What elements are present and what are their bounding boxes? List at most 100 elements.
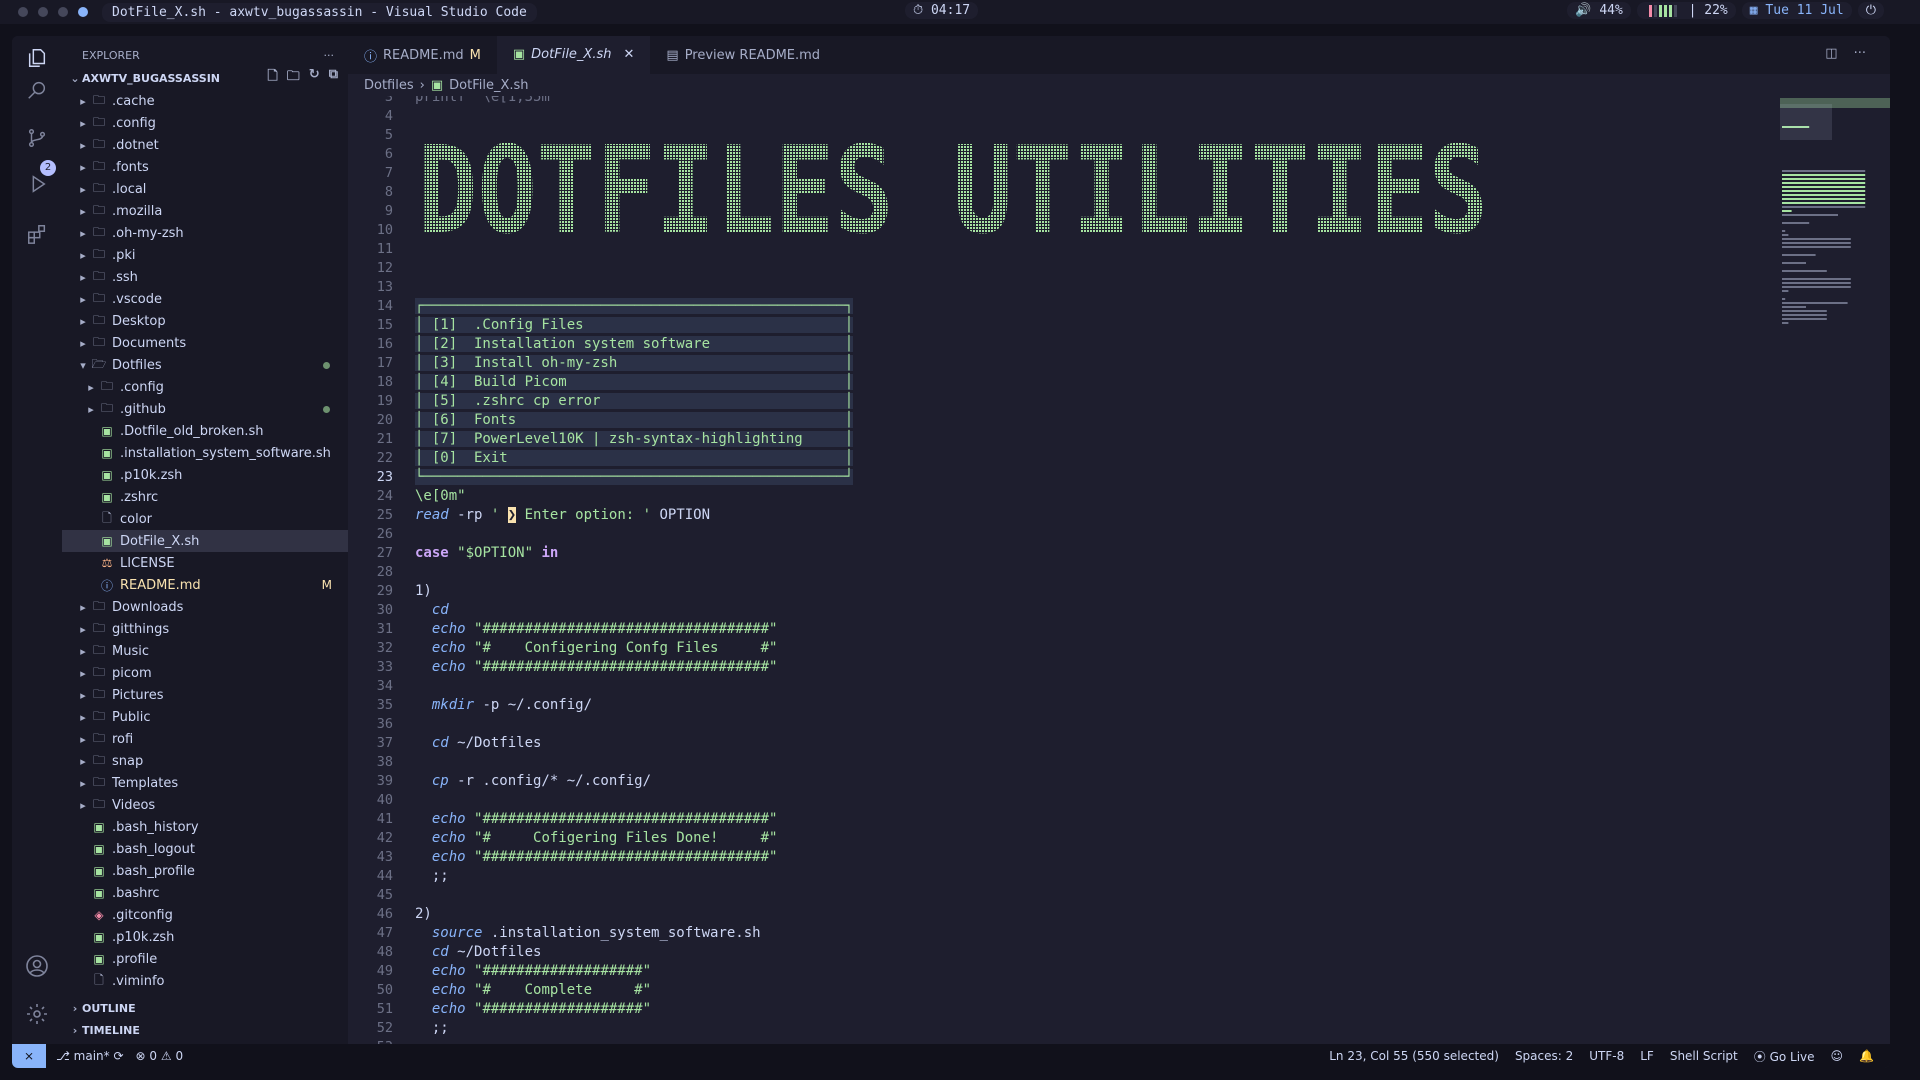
folder-item[interactable]: ▸ 🗀 .pki	[62, 244, 348, 266]
shell-file-icon: ▣	[93, 930, 105, 944]
timeline-label: TIMELINE	[82, 1023, 140, 1037]
sync-icon[interactable]: ⟳	[113, 1049, 123, 1063]
file-item[interactable]: ▣ .p10k.zsh	[62, 926, 348, 948]
folder-item[interactable]: ▸ 🗀 .oh-my-zsh	[62, 222, 348, 244]
file-item[interactable]: ◈ .gitconfig	[62, 904, 348, 926]
breadcrumb-folder[interactable]: Dotfiles	[364, 78, 414, 93]
folder-item[interactable]: ▸ 🗀 rofi	[62, 728, 348, 750]
minimap-slider[interactable]	[1780, 104, 1832, 140]
folder-item[interactable]: ▸ 🗀 Templates	[62, 772, 348, 794]
power-icon[interactable]: ⏻	[1857, 2, 1884, 19]
notifications-icon[interactable]: 🔔	[1859, 1049, 1874, 1063]
collapse-all-icon[interactable]: ⧉	[329, 67, 338, 89]
folder-item[interactable]: ▸ 🗀 .dotnet	[62, 134, 348, 156]
file-item[interactable]: ▣ DotFile_X.sh	[62, 530, 348, 552]
file-item[interactable]: ▣ .installation_system_software.sh	[62, 442, 348, 464]
folder-item[interactable]: ▸ 🗀 Documents	[62, 332, 348, 354]
file-item[interactable]: ⓘ README.md M	[62, 574, 348, 596]
folder-open-icon: 🗁	[91, 356, 107, 371]
workspace-dot[interactable]	[38, 7, 48, 17]
end-of-line[interactable]: LF	[1640, 1049, 1654, 1063]
run-debug-icon[interactable]	[25, 172, 49, 196]
account-icon[interactable]	[25, 954, 49, 978]
folder-item[interactable]: ▸ 🗀 .ssh	[62, 266, 348, 288]
workspace-dot[interactable]	[18, 7, 28, 17]
folder-item[interactable]: ▸ 🗀 .vscode	[62, 288, 348, 310]
tab-dotfile-x[interactable]: ▣ DotFile_X.sh ✕	[496, 36, 651, 74]
folder-item[interactable]: ▸ 🗀 Videos	[62, 794, 348, 816]
folder-item[interactable]: ▸ 🗀 Pictures	[62, 684, 348, 706]
go-live-button[interactable]: ⦿ Go Live	[1754, 1048, 1815, 1065]
folder-item[interactable]: ▸ 🗀 .github	[62, 398, 348, 420]
file-item[interactable]: ▣ .bashrc	[62, 882, 348, 904]
folder-item[interactable]: ▸ 🗀 Desktop	[62, 310, 348, 332]
source-control-icon[interactable]	[25, 126, 49, 150]
feedback-icon[interactable]: ☺	[1831, 1049, 1844, 1063]
folder-item[interactable]: ▸ 🗀 .cache	[62, 90, 348, 112]
date-indicator[interactable]: ▦ Tue 11 Jul	[1741, 2, 1852, 19]
folder-item[interactable]: ▸ 🗀 .config	[62, 376, 348, 398]
file-item[interactable]: ▣ .profile	[62, 948, 348, 970]
workspace-indicators[interactable]	[0, 7, 88, 17]
file-item[interactable]: ▣ .bash_profile	[62, 860, 348, 882]
workspace-dot-active[interactable]	[78, 7, 88, 17]
branch-indicator[interactable]: ⎇ main* ⟳	[56, 1049, 124, 1063]
folder-item[interactable]: ▸ 🗀 .local	[62, 178, 348, 200]
minimap[interactable]	[1780, 96, 1890, 1044]
volume-indicator[interactable]: 🔊 44%	[1567, 2, 1631, 19]
folder-item[interactable]: ▸ 🗀 picom	[62, 662, 348, 684]
file-item[interactable]: 🗋 color	[62, 508, 348, 530]
file-item[interactable]: ⚖ LICENSE	[62, 552, 348, 574]
new-file-icon[interactable]: 🗋	[267, 67, 277, 89]
new-folder-icon[interactable]: 🗀	[287, 67, 300, 89]
more-actions-icon[interactable]: ···	[324, 49, 335, 62]
tab-preview-readme[interactable]: ▤ Preview README.md	[650, 36, 836, 74]
cursor-position[interactable]: Ln 23, Col 55 (550 selected)	[1329, 1049, 1499, 1063]
folder-item[interactable]: ▸ 🗀 snap	[62, 750, 348, 772]
folder-item[interactable]: ▸ 🗀 Downloads	[62, 596, 348, 618]
folder-item[interactable]: ▸ 🗀 .fonts	[62, 156, 348, 178]
encoding[interactable]: UTF-8	[1589, 1049, 1624, 1063]
search-icon[interactable]	[25, 78, 49, 102]
folder-item[interactable]: ▸ 🗀 .config	[62, 112, 348, 134]
extensions-icon[interactable]	[25, 222, 49, 246]
outline-section[interactable]: › OUTLINE	[62, 997, 348, 1019]
line-content: echo "##################################…	[431, 658, 778, 675]
file-item[interactable]: ▣ .bash_logout	[62, 838, 348, 860]
tab-readme[interactable]: ⓘ README.md M	[348, 36, 497, 74]
close-icon[interactable]: ✕	[623, 47, 634, 62]
tree-item-label: .p10k.zsh	[112, 929, 175, 945]
remote-icon[interactable]: ⨯	[12, 1044, 46, 1068]
tab-label: README.md	[383, 47, 464, 63]
breadcrumb-file[interactable]: DotFile_X.sh	[449, 78, 528, 93]
folder-item[interactable]: ▾ 🗁 Dotfiles	[62, 354, 348, 376]
status-bar: ⨯ ⎇ main* ⟳ ⊗ 0 ⚠ 0 Ln 23, Col 55 (550 s…	[12, 1044, 1890, 1068]
line-content: echo "# Configering Confg Files #"	[431, 639, 778, 656]
more-actions-icon[interactable]: ···	[1854, 46, 1866, 61]
language-mode[interactable]: Shell Script	[1670, 1049, 1738, 1063]
explorer-icon[interactable]	[25, 46, 49, 70]
tree-item-label: .config	[120, 379, 164, 395]
split-editor-icon[interactable]: ◫	[1825, 46, 1837, 61]
file-item[interactable]: 🗋 .viminfo	[62, 970, 348, 992]
file-item[interactable]: ▣ .bash_history	[62, 816, 348, 838]
folder-item[interactable]: ▸ 🗀 Music	[62, 640, 348, 662]
line-number: 13	[376, 278, 393, 295]
indentation[interactable]: Spaces: 2	[1515, 1049, 1573, 1063]
tree-item-label: .bashrc	[112, 885, 160, 901]
folder-item[interactable]: ▸ 🗀 gitthings	[62, 618, 348, 640]
problems-indicator[interactable]: ⊗ 0 ⚠ 0	[136, 1049, 184, 1063]
file-item[interactable]: ▣ .p10k.zsh	[62, 464, 348, 486]
file-item[interactable]: ▣ .zshrc	[62, 486, 348, 508]
workspace-root[interactable]: ⌄ AXWTV_BUGASSASSIN 🗋 🗀 ↻ ⧉	[62, 66, 348, 90]
folder-icon: 🗀	[92, 664, 105, 679]
settings-gear-icon[interactable]	[25, 1002, 49, 1026]
folder-item[interactable]: ▸ 🗀 .mozilla	[62, 200, 348, 222]
refresh-icon[interactable]: ↻	[309, 67, 320, 89]
file-item[interactable]: ▣ .Dotfile_old_broken.sh	[62, 420, 348, 442]
tree-item-label: .config	[112, 115, 156, 131]
folder-icon: 🗀	[92, 202, 105, 217]
folder-item[interactable]: ▸ 🗀 Public	[62, 706, 348, 728]
workspace-dot[interactable]	[58, 7, 68, 17]
timeline-section[interactable]: › TIMELINE	[62, 1019, 348, 1041]
